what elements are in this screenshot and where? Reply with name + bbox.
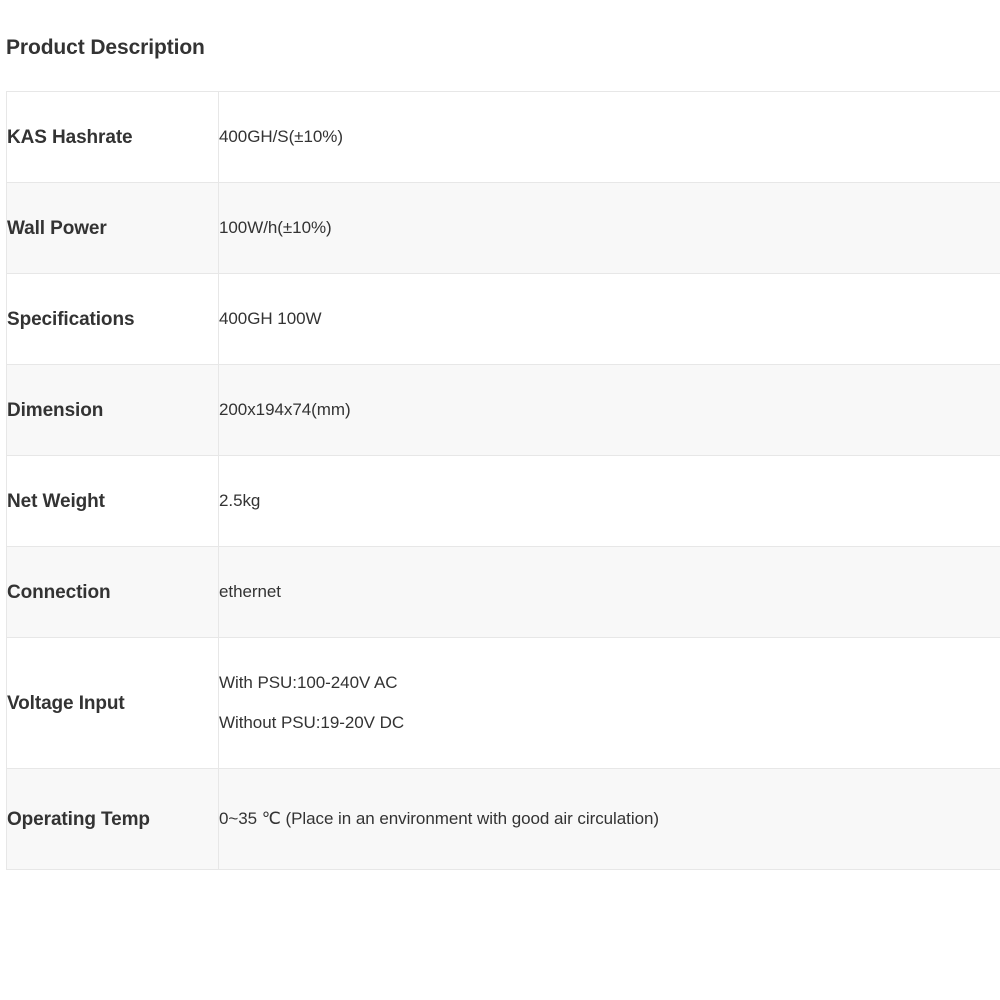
table-row: Voltage InputWith PSU:100-240V AC Without… <box>7 638 1000 769</box>
spec-label: KAS Hashrate <box>7 92 219 183</box>
spec-label: Net Weight <box>7 456 219 547</box>
spec-value-line: ethernet <box>219 580 1000 604</box>
table-row: Specifications400GH 100W <box>7 274 1000 365</box>
table-row: Operating Temp0~35 ℃ (Place in an enviro… <box>7 769 1000 870</box>
page-title: Product Description <box>6 34 205 62</box>
table-row: Net Weight2.5kg <box>7 456 1000 547</box>
spec-value-line: Without PSU:19-20V DC <box>219 711 1000 735</box>
spec-value-line: With PSU:100-240V AC <box>219 671 1000 695</box>
spec-value: 400GH/S(±10%) <box>219 92 1000 183</box>
spec-label: Voltage Input <box>7 638 219 769</box>
spec-value-line: 400GH 100W <box>219 307 1000 331</box>
table-row: Dimension200x194x74(mm) <box>7 365 1000 456</box>
specification-table-body: KAS Hashrate400GH/S(±10%)Wall Power100W/… <box>7 92 1000 870</box>
spec-label: Wall Power <box>7 183 219 274</box>
table-row: KAS Hashrate400GH/S(±10%) <box>7 92 1000 183</box>
spec-value: 400GH 100W <box>219 274 1000 365</box>
table-row: Wall Power100W/h(±10%) <box>7 183 1000 274</box>
spec-value: 100W/h(±10%) <box>219 183 1000 274</box>
spec-value-line: 2.5kg <box>219 489 1000 513</box>
spec-value: ethernet <box>219 547 1000 638</box>
spec-value-line: 100W/h(±10%) <box>219 216 1000 240</box>
spec-value-line: 400GH/S(±10%) <box>219 125 1000 149</box>
spec-label: Connection <box>7 547 219 638</box>
spec-label: Dimension <box>7 365 219 456</box>
spec-value-line: 200x194x74(mm) <box>219 398 1000 422</box>
spec-value-line: 0~35 ℃ (Place in an environment with goo… <box>219 807 1000 831</box>
spec-label: Operating Temp <box>7 769 219 870</box>
specification-table: KAS Hashrate400GH/S(±10%)Wall Power100W/… <box>6 91 1000 870</box>
spec-value: 0~35 ℃ (Place in an environment with goo… <box>219 769 1000 870</box>
spec-value: 2.5kg <box>219 456 1000 547</box>
product-description-page: Product Description KAS Hashrate400GH/S(… <box>0 0 1000 1000</box>
spec-value: With PSU:100-240V AC Without PSU:19-20V D… <box>219 638 1000 769</box>
spec-label: Specifications <box>7 274 219 365</box>
spec-value: 200x194x74(mm) <box>219 365 1000 456</box>
table-row: Connectionethernet <box>7 547 1000 638</box>
